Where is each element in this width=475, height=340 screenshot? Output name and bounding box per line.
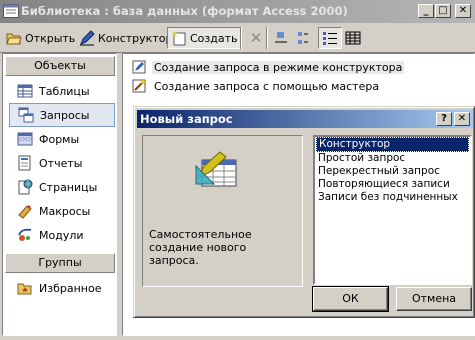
new-icon (172, 31, 186, 46)
nav-item-queries[interactable]: Запросы (9, 103, 115, 127)
nav-item-pages[interactable]: Страницы (9, 175, 115, 199)
query-type-list[interactable]: Конструктор Простой запрос Перекрестный … (313, 135, 472, 285)
create-label: Создать (190, 31, 238, 45)
query-option-crosstab[interactable]: Перекрестный запрос (316, 165, 469, 178)
nav-item-label: Модули (39, 228, 84, 242)
maximize-icon: □ (438, 5, 448, 16)
design-label: Конструктор (98, 31, 173, 45)
nav-item-tables[interactable]: Таблицы (9, 79, 115, 103)
report-icon (18, 155, 31, 171)
minimize-button[interactable]: _ (418, 4, 434, 18)
cancel-button[interactable]: Отмена (396, 287, 472, 311)
objects-header[interactable]: Объекты (5, 56, 115, 76)
form-icon (17, 132, 33, 146)
details-view-button[interactable] (342, 27, 364, 49)
query-option-duplicates[interactable]: Повторяющиеся записи (316, 178, 469, 191)
nav-item-label: Избранное (39, 281, 102, 295)
open-button[interactable]: Открыть (3, 27, 78, 49)
nav-item-forms[interactable]: Формы (9, 127, 115, 151)
query-design-illustration (195, 151, 237, 187)
ok-button[interactable]: ОК (312, 286, 389, 312)
create-button[interactable]: Создать (167, 27, 242, 49)
nav-item-label: Таблицы (39, 84, 90, 98)
query-option-unmatched[interactable]: Записи без подчиненных (316, 191, 469, 204)
small-icons-icon (298, 32, 308, 44)
design-icon (80, 30, 95, 46)
favorites-icon (17, 283, 32, 295)
close-icon: ✕ (457, 113, 467, 124)
page-icon (18, 179, 33, 195)
small-icons-button[interactable] (294, 27, 316, 49)
list-view-icon (323, 32, 337, 45)
groups-header[interactable]: Группы (5, 253, 115, 273)
query-option-design[interactable]: Конструктор (316, 137, 469, 152)
wizard-query-icon (132, 79, 146, 93)
module-icon (18, 228, 32, 241)
window-titlebar[interactable]: Библиотека : база данных (формат Access … (0, 0, 475, 23)
close-button[interactable]: ✕ (455, 4, 471, 18)
minimize-icon: _ (423, 5, 429, 16)
new-query-dialog: Новый запрос ? ✕ Самостоятельное создани… (133, 106, 475, 318)
open-label: Открыть (25, 31, 76, 45)
query-icon (18, 107, 34, 123)
nav-item-label: Макросы (39, 204, 91, 218)
help-icon: ? (441, 113, 447, 124)
toolbar-separator (240, 27, 242, 49)
nav-item-modules[interactable]: Модули (9, 223, 115, 247)
delete-icon: ✕ (249, 29, 263, 47)
nav-item-label: Страницы (39, 180, 98, 194)
nav-item-reports[interactable]: Отчеты (9, 151, 115, 175)
preview-panel: Самостоятельное создание нового запроса. (142, 135, 303, 287)
nav-item-label: Формы (39, 132, 80, 146)
dialog-title: Новый запрос (140, 112, 233, 126)
database-toolbar: Открыть Конструктор Создать ✕ (0, 23, 475, 53)
help-button[interactable]: ? (436, 112, 452, 126)
nav-item-label: Отчеты (39, 156, 83, 170)
list-view-button[interactable] (318, 27, 342, 49)
objects-bar: Объекты Таблицы Запросы Формы Отчеты Стр… (2, 53, 117, 336)
list-item-label: Создание запроса с помощью мастера (154, 79, 380, 93)
nav-item-macros[interactable]: Макросы (9, 199, 115, 223)
design-button[interactable]: Конструктор (76, 27, 175, 49)
toolbar-separator (266, 27, 268, 49)
database-window-icon (3, 4, 19, 18)
list-item-design-query[interactable]: Создание запроса в режиме конструктора (131, 58, 405, 76)
delete-button[interactable]: ✕ (245, 27, 267, 49)
dialog-titlebar[interactable]: Новый запрос ? ✕ (137, 110, 473, 128)
maximize-button[interactable]: □ (435, 4, 451, 18)
nav-item-favorites[interactable]: Избранное (9, 276, 115, 300)
window-title: Библиотека : база данных (формат Access … (21, 4, 348, 18)
open-icon (6, 33, 22, 45)
design-query-icon (132, 60, 146, 74)
list-item-wizard-query[interactable]: Создание запроса с помощью мастера (131, 77, 381, 95)
close-icon: ✕ (458, 5, 468, 16)
list-item-label: Создание запроса в режиме конструктора (152, 60, 405, 74)
table-icon (17, 84, 33, 98)
dialog-close-button[interactable]: ✕ (454, 112, 470, 126)
macro-icon (18, 205, 32, 219)
large-icons-icon (275, 32, 287, 43)
details-view-icon (345, 31, 361, 45)
nav-item-label: Запросы (40, 108, 90, 122)
large-icons-button[interactable] (270, 27, 292, 49)
dialog-description: Самостоятельное создание нового запроса. (149, 228, 252, 267)
query-option-simple[interactable]: Простой запрос (316, 152, 469, 165)
